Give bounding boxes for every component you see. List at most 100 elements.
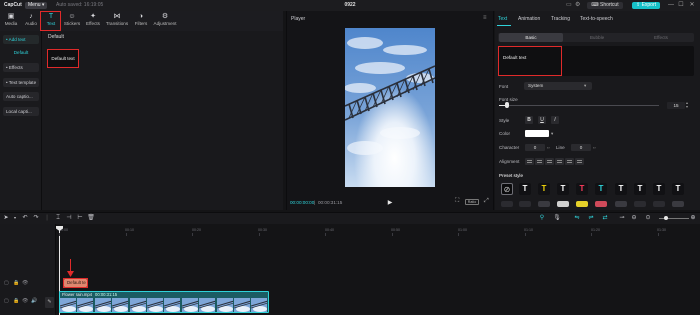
- tab-audio[interactable]: ♪ Audio: [20, 12, 42, 30]
- subtab-effects[interactable]: Effects: [629, 33, 693, 42]
- sidebar-item-effects[interactable]: • Effects: [3, 63, 39, 72]
- tab-text-inspector[interactable]: Text: [498, 16, 507, 22]
- align-left-button[interactable]: [525, 158, 534, 165]
- line-stepper-icon[interactable]: ‹›: [593, 144, 596, 151]
- tab-adjustment[interactable]: ⚙ Adjustment: [151, 12, 179, 30]
- tab-media[interactable]: ▣ Media: [0, 12, 22, 30]
- preset-style-9[interactable]: T: [672, 183, 684, 195]
- font-select[interactable]: System: [524, 82, 592, 90]
- track-visibility-icon[interactable]: 👁: [22, 280, 28, 286]
- align-top-button[interactable]: [555, 158, 564, 165]
- split-right-icon[interactable]: ⊢: [76, 212, 84, 224]
- shortcut-button[interactable]: ⌨ Shortcut: [587, 2, 623, 9]
- preset-style-row2-7[interactable]: [615, 201, 627, 207]
- preset-style-1[interactable]: T: [519, 183, 531, 195]
- settings-icon[interactable]: ⚙: [575, 0, 580, 11]
- undo-icon[interactable]: ↶: [21, 212, 29, 224]
- align-right-button[interactable]: [545, 158, 554, 165]
- preset-style-5[interactable]: T: [595, 183, 607, 195]
- preset-style-2[interactable]: T: [538, 183, 550, 195]
- sidebar-item-text-template[interactable]: • Text template: [3, 78, 39, 87]
- sidebar-item-auto-captions[interactable]: Auto captio...: [3, 92, 39, 101]
- bold-button[interactable]: B: [525, 116, 533, 124]
- split-left-icon[interactable]: ⊣: [65, 212, 73, 224]
- zoom-out-icon[interactable]: ⊖: [630, 212, 638, 224]
- track-lock-icon[interactable]: 🔒: [13, 298, 19, 304]
- tab-stickers[interactable]: ☺ Stickers: [61, 12, 83, 30]
- underline-button[interactable]: U: [538, 116, 546, 124]
- font-size-stepper-icon[interactable]: ▴ ▾: [686, 101, 688, 109]
- maximize-icon[interactable]: ☐: [677, 0, 685, 11]
- zoom-slider-handle[interactable]: [664, 216, 668, 220]
- track-audio-icon[interactable]: 🔊: [31, 298, 37, 304]
- fullscreen-icon[interactable]: ⤢: [484, 198, 489, 205]
- zoom-fit-icon[interactable]: ⊙: [644, 212, 652, 224]
- main-track-magnet-icon[interactable]: ⇋: [573, 212, 581, 224]
- export-button[interactable]: ⇪ Export: [632, 2, 660, 9]
- preset-style-8[interactable]: T: [653, 183, 665, 195]
- italic-button[interactable]: I: [551, 116, 559, 124]
- sidebar-item-local-captions[interactable]: Local capti...: [3, 107, 39, 116]
- video-preview[interactable]: [345, 28, 435, 187]
- align-middle-button[interactable]: [565, 158, 574, 165]
- preset-style-row2-10[interactable]: [672, 201, 684, 207]
- redo-icon[interactable]: ↷: [32, 212, 40, 224]
- preset-style-row2-4[interactable]: [557, 201, 569, 207]
- preset-style-row2-9[interactable]: [653, 201, 665, 207]
- menu-button[interactable]: Menu ▾: [25, 2, 48, 9]
- tab-animation[interactable]: Animation: [518, 16, 540, 22]
- no-style-icon[interactable]: ⊘: [501, 183, 513, 195]
- preset-style-row2-1[interactable]: [501, 201, 513, 207]
- align-center-button[interactable]: [535, 158, 544, 165]
- zoom-in-icon[interactable]: ⊕: [689, 212, 697, 224]
- preset-style-row2-8[interactable]: [634, 201, 646, 207]
- preset-style-4[interactable]: T: [576, 183, 588, 195]
- preset-style-row2-5[interactable]: [576, 201, 588, 207]
- chevron-down-icon[interactable]: ▾: [11, 212, 19, 224]
- sidebar-item-add-text[interactable]: • Add text: [3, 35, 39, 44]
- preset-style-7[interactable]: T: [634, 183, 646, 195]
- chevron-down-icon[interactable]: ▾: [551, 130, 553, 137]
- track-select-icon[interactable]: ▢: [4, 298, 9, 304]
- auto-snap-icon[interactable]: ⇌: [587, 212, 595, 224]
- linkage-icon[interactable]: ⇄: [601, 212, 609, 224]
- font-size-input[interactable]: 15: [667, 102, 685, 109]
- subtab-basic[interactable]: Basic: [499, 33, 563, 42]
- close-icon[interactable]: ✕: [688, 0, 696, 11]
- preset-style-row2-2[interactable]: [519, 201, 531, 207]
- tab-text-to-speech[interactable]: Text-to-speech: [580, 16, 613, 22]
- text-input-value[interactable]: Default text: [503, 55, 526, 60]
- color-picker[interactable]: [525, 130, 549, 137]
- preset-style-3[interactable]: T: [557, 183, 569, 195]
- tab-effects[interactable]: ✦ Effects: [82, 12, 104, 30]
- tab-filters[interactable]: ◑ Filters: [130, 12, 152, 30]
- magnet-icon[interactable]: ⚲: [538, 212, 546, 224]
- microphone-icon[interactable]: 🎙: [553, 212, 561, 224]
- line-spacing-input[interactable]: 0: [571, 144, 591, 151]
- preset-style-6[interactable]: T: [615, 183, 627, 195]
- preview-axis-icon[interactable]: ⊸: [618, 212, 626, 224]
- ratio-button[interactable]: Ratio: [465, 199, 479, 205]
- play-icon[interactable]: ▶: [386, 199, 394, 206]
- default-text-card[interactable]: Default text: [47, 49, 79, 68]
- character-stepper-icon[interactable]: ‹›: [547, 144, 550, 151]
- select-cursor-icon[interactable]: ➤: [2, 212, 10, 224]
- preset-style-row2-3[interactable]: [538, 201, 550, 207]
- font-size-slider[interactable]: [499, 105, 659, 106]
- tab-tracking[interactable]: Tracking: [551, 16, 570, 22]
- font-size-slider-handle[interactable]: [505, 102, 509, 108]
- character-spacing-input[interactable]: 0: [525, 144, 545, 151]
- split-icon[interactable]: ⌶: [54, 212, 62, 224]
- tab-transitions[interactable]: ⋈ Transitions: [104, 12, 130, 30]
- align-bottom-button[interactable]: [575, 158, 584, 165]
- track-visibility-icon[interactable]: 👁: [22, 298, 28, 304]
- sidebar-item-default[interactable]: Default: [3, 48, 39, 57]
- track-lock-icon[interactable]: ▢: [4, 280, 9, 286]
- delete-icon[interactable]: 🗑: [87, 212, 95, 224]
- player-menu-icon[interactable]: ≡: [483, 15, 487, 21]
- track-lock-icon[interactable]: 🔒: [13, 280, 19, 286]
- minimize-icon[interactable]: —: [667, 0, 675, 11]
- subtab-bubble[interactable]: Bubble: [565, 33, 629, 42]
- fit-screen-icon[interactable]: ⛶: [455, 198, 459, 205]
- layout-icon[interactable]: ▭: [566, 0, 572, 11]
